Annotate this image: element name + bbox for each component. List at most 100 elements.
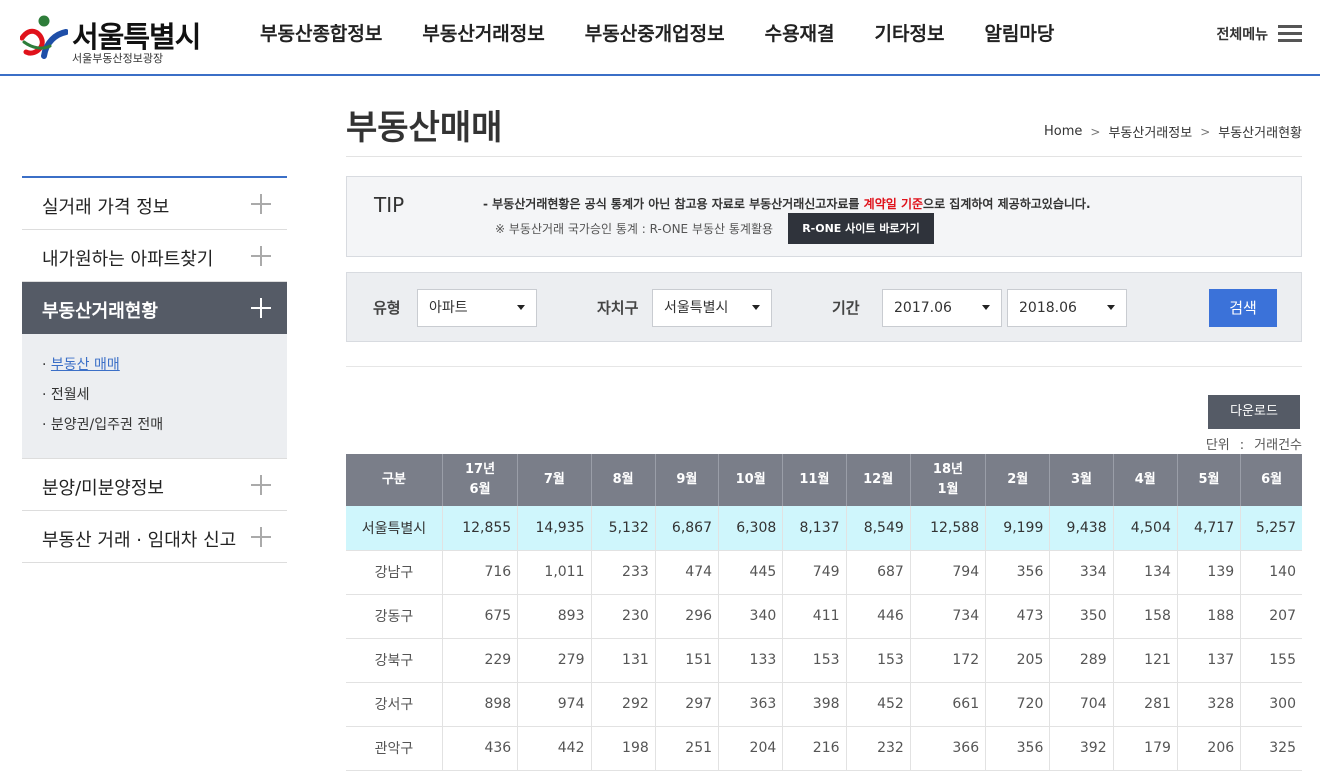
caret-down-icon — [752, 305, 760, 310]
nav-item-notices[interactable]: 알림마당 — [964, 0, 1074, 70]
tip-box: TIP - 부동산거래현황은 공식 통계가 아닌 참고용 자료로 부동산거래신고… — [346, 176, 1302, 257]
count-cell: 233 — [591, 550, 656, 595]
nav-item-transaction-info[interactable]: 부동산거래정보 — [402, 0, 564, 70]
sidebar-item-transaction-status[interactable]: 부동산거래현황 — [22, 282, 287, 334]
breadcrumb: Home > 부동산거래정보 > 부동산거래현황 — [1044, 122, 1302, 141]
table-row: 강남구 716 1,011 233 474 445 749 687 794 356 334 134 13… — [346, 550, 1302, 595]
nav-item-other-info[interactable]: 기타정보 — [855, 0, 965, 70]
count-cell: 204 — [718, 726, 784, 771]
count-cell: 5,132 — [591, 506, 656, 551]
table-header-cell: 8월 — [591, 454, 656, 506]
type-select-value: 아파트 — [429, 300, 468, 316]
tip-label: TIP — [374, 193, 405, 217]
count-cell: 334 — [1049, 550, 1114, 595]
count-cell: 140 — [1240, 550, 1302, 595]
tip-notice: - 부동산거래현황은 공식 통계가 아닌 참고용 자료로 부동산거래신고자료를 … — [483, 195, 1091, 212]
sidebar-submenu: · 부동산 매매 · 전월세 · 분양권/입주권 전매 — [22, 334, 287, 459]
download-button[interactable]: 다운로드 — [1208, 395, 1300, 429]
sidebar-item-presale-info[interactable]: 분양/미분양정보 — [22, 459, 287, 511]
count-cell: 230 — [591, 594, 656, 639]
header-line: 7월 — [543, 472, 565, 487]
count-cell: 131 — [591, 638, 656, 683]
count-cell: 893 — [517, 594, 592, 639]
count-cell: 687 — [846, 550, 911, 595]
period-from-select[interactable]: 2017.06 — [882, 289, 1002, 327]
sidebar-item-report[interactable]: 부동산 거래 · 임대차 신고 — [22, 511, 287, 563]
plus-icon — [251, 246, 271, 266]
nav-item-real-estate-info[interactable]: 부동산종합정보 — [240, 0, 402, 70]
submenu-link[interactable]: 분양권/입주권 전매 — [51, 417, 163, 433]
count-cell: 133 — [718, 638, 784, 683]
table-header-cell: 6월 — [1240, 454, 1302, 506]
submenu-link[interactable]: 전월세 — [51, 387, 90, 403]
count-cell: 474 — [655, 550, 720, 595]
count-cell: 356 — [985, 726, 1051, 771]
count-cell: 134 — [1113, 550, 1178, 595]
count-cell: 4,717 — [1177, 506, 1242, 551]
search-button[interactable]: 검색 — [1209, 289, 1277, 327]
submenu-item-sale[interactable]: · 부동산 매매 — [42, 352, 287, 382]
rone-site-button[interactable]: R-ONE 사이트 바로가기 — [788, 213, 934, 244]
nav-item-broker-info[interactable]: 부동산중개업정보 — [565, 0, 745, 70]
main-nav: 부동산종합정보 부동산거래정보 부동산중개업정보 수용재결 기타정보 알림마당 — [240, 0, 1074, 70]
breadcrumb-item[interactable]: 부동산거래정보 — [1108, 122, 1192, 141]
table-row: 강서구 898 974 292 297 363 398 452 661 720 704 281 328 3… — [346, 682, 1302, 727]
count-cell: 153 — [782, 638, 847, 683]
breadcrumb-home[interactable]: Home — [1044, 124, 1082, 139]
count-cell: 158 — [1113, 594, 1178, 639]
unit-value: 거래건수 — [1254, 438, 1302, 453]
submenu-item-presale-resale[interactable]: · 분양권/입주권 전매 — [42, 412, 287, 442]
period-to-select[interactable]: 2018.06 — [1007, 289, 1127, 327]
count-cell: 411 — [782, 594, 847, 639]
nav-item-expropriation[interactable]: 수용재결 — [745, 0, 855, 70]
site-header: 서울특별시 서울부동산정보광장 부동산종합정보 부동산거래정보 부동산중개업정보… — [0, 0, 1320, 76]
table-header-cell: 구분 — [346, 454, 443, 506]
sidebar-item-find-apartment[interactable]: 내가원하는 아파트찾기 — [22, 230, 287, 282]
table-header-cell: 7월 — [517, 454, 592, 506]
table-header-cell: 4월 — [1113, 454, 1178, 506]
submenu-item-rent[interactable]: · 전월세 — [42, 382, 287, 412]
sidebar-item-real-price[interactable]: 실거래 가격 정보 — [22, 178, 287, 230]
transaction-table: 구분 17년 6월 7월 8월 9월 10월 11월 12월 18년 1월 2월 3월 4월 5월 6월 서울… — [346, 454, 1302, 771]
type-label: 유형 — [373, 299, 401, 317]
count-cell: 172 — [910, 638, 987, 683]
count-cell: 6,308 — [718, 506, 784, 551]
count-cell: 232 — [846, 726, 911, 771]
district-cell: 서울특별시 — [346, 506, 443, 551]
unit-colon: : — [1239, 438, 1245, 453]
count-cell: 9,199 — [985, 506, 1051, 551]
table-header-cell: 10월 — [718, 454, 784, 506]
table-header-cell: 11월 — [782, 454, 847, 506]
count-cell: 216 — [782, 726, 847, 771]
chevron-right-icon: > — [1200, 124, 1211, 139]
count-cell: 12,588 — [910, 506, 987, 551]
count-cell: 153 — [846, 638, 911, 683]
count-cell: 188 — [1177, 594, 1242, 639]
type-select[interactable]: 아파트 — [417, 289, 537, 327]
header-line: 구분 — [381, 472, 406, 487]
header-line: 4월 — [1134, 472, 1156, 487]
breadcrumb-current[interactable]: 부동산거래현황 — [1218, 122, 1302, 141]
count-cell: 974 — [517, 682, 592, 727]
district-cell: 강북구 — [346, 638, 443, 683]
header-line: 6월 — [1261, 472, 1283, 487]
district-cell: 관악구 — [346, 726, 443, 771]
header-line: 11월 — [799, 472, 830, 487]
all-menu-button[interactable]: 전체메뉴 — [1216, 20, 1302, 48]
count-cell: 279 — [517, 638, 592, 683]
count-cell: 452 — [846, 682, 911, 727]
count-cell: 206 — [1177, 726, 1242, 771]
section-divider — [346, 366, 1302, 367]
table-row-total: 서울특별시 12,855 14,935 5,132 6,867 6,308 8,137 8,5… — [346, 506, 1302, 551]
unit-title: 단위 — [1205, 438, 1230, 453]
period-to-value: 2018.06 — [1019, 300, 1077, 316]
district-select[interactable]: 서울특별시 — [652, 289, 772, 327]
count-cell: 720 — [985, 682, 1051, 727]
header-line: 1월 — [937, 482, 959, 497]
header-line: 8월 — [612, 472, 634, 487]
count-cell: 716 — [442, 550, 519, 595]
logo-subtitle: 서울부동산정보광장 — [72, 52, 164, 65]
seoul-logo[interactable]: 서울특별시 서울부동산정보광장 — [20, 12, 210, 66]
submenu-link[interactable]: 부동산 매매 — [51, 357, 120, 373]
chevron-right-icon: > — [1090, 124, 1101, 139]
